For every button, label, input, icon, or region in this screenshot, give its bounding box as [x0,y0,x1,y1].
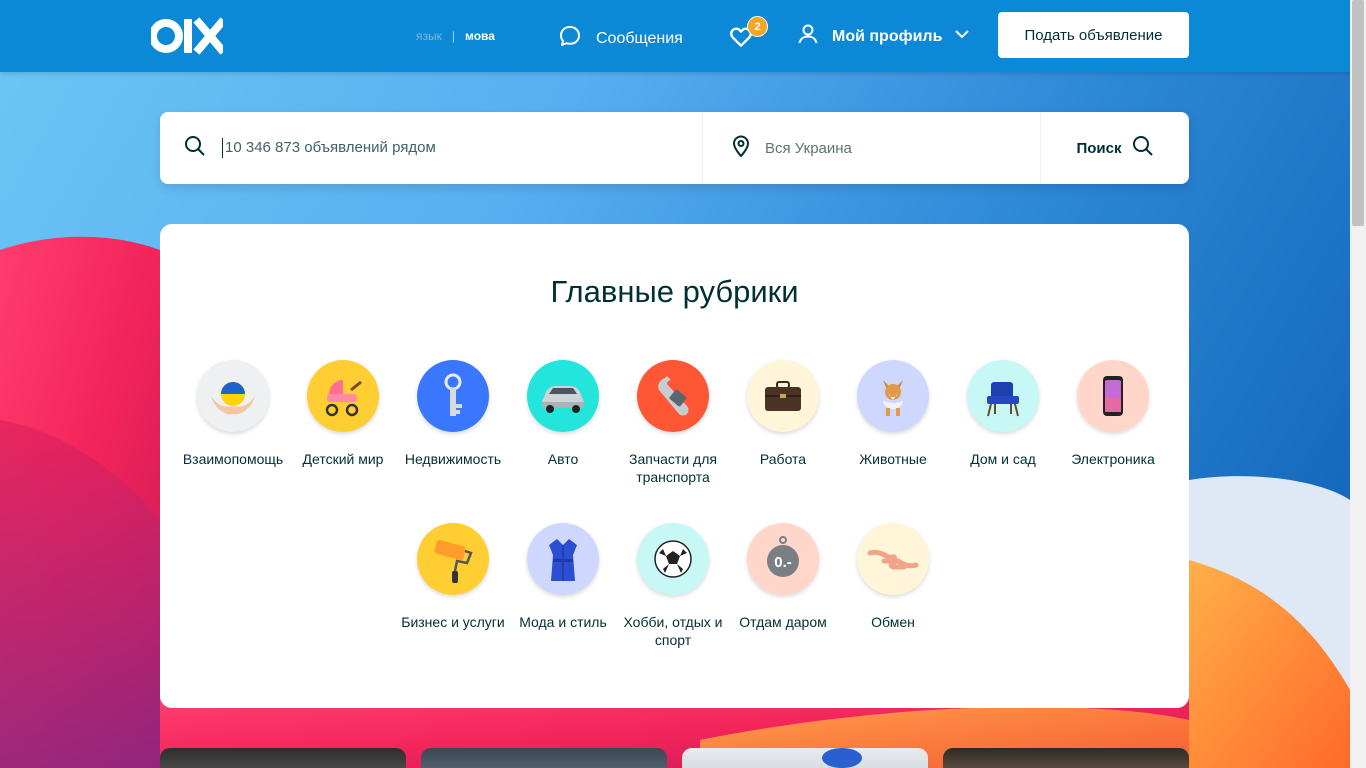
page-scrollbar[interactable] [1350,0,1366,768]
category-label: Недвижимость [404,451,502,467]
wrench-icon [637,360,709,432]
category-label: Дом и сад [970,451,1036,467]
category-label: Животные [859,451,927,467]
categories-title: Главные рубрики [550,274,799,309]
free-tag-icon: 0.- [747,523,819,595]
search-input[interactable]: 10 346 873 объявлений рядом [222,138,436,158]
top-header: язык | мова Сообщения 2 Мой профиль Пода… [0,0,1350,72]
search-icon [184,135,206,162]
ad-preview-image[interactable] [421,748,667,768]
lang-ru-link[interactable]: язык [416,29,442,43]
search-icon [1132,135,1154,161]
category-moda-i-stil[interactable]: Мода и стиль [508,523,618,631]
messages-link[interactable]: Сообщения [558,24,683,53]
search-bar: 10 346 873 объявлений рядом Вся Украина … [160,112,1189,184]
main-categories-card: Главные рубрики Взаимопомощь Детский мир… [160,224,1189,708]
ad-preview-image[interactable] [682,748,928,768]
key-icon [417,360,489,432]
category-dom-i-sad[interactable]: Дом и сад [948,360,1058,468]
ad-preview-image[interactable] [943,748,1189,768]
category-label: Хобби, отдых и спорт [623,614,723,648]
ad-preview-image[interactable] [160,748,406,768]
category-elektronika[interactable]: Электроника [1058,360,1168,468]
helping-hands-icon [197,360,269,432]
category-label: Работа [759,451,807,467]
search-button-label: Поиск [1076,139,1122,157]
smartphone-icon [1077,360,1149,432]
dog-icon [857,360,929,432]
category-label: Бизнес и услуги [401,614,505,630]
user-icon [796,22,820,51]
location-field[interactable]: Вся Украина [703,112,1041,184]
car-icon [527,360,599,432]
category-label: Электроника [1071,451,1155,467]
category-label: Отдам даром [739,614,827,630]
profile-label: Мой профиль [832,27,943,45]
armchair-icon [967,360,1039,432]
lang-ua-link[interactable]: мова [465,29,495,43]
category-label: Мода и стиль [519,614,607,630]
favorites-count-badge: 2 [747,16,768,37]
category-label: Обмен [871,614,915,630]
location-pin-icon [731,134,751,162]
category-zapchasti[interactable]: Запчасти для транспорта [618,360,728,486]
category-rabota[interactable]: Работа [728,360,838,468]
category-zhivotnye[interactable]: Животные [838,360,948,468]
chat-bubble-icon [558,24,582,53]
svg-text:0.-: 0.- [774,554,792,571]
location-input[interactable]: Вся Украина [765,140,852,157]
exchange-hands-icon [857,523,929,595]
my-profile-menu[interactable]: Мой профиль [796,22,970,51]
category-vzaimopomoshch[interactable]: Взаимопомощь [178,360,288,468]
category-label: Авто [547,451,579,467]
dress-icon [527,523,599,595]
preview-object [822,748,862,768]
category-biznes-i-uslugi[interactable]: Бизнес и услуги [398,523,508,631]
messages-label: Сообщения [596,29,683,47]
language-switcher: язык | мова [416,29,495,43]
category-hobbi[interactable]: Хобби, отдых и спорт [618,523,728,649]
category-detskiy-mir[interactable]: Детский мир [288,360,398,468]
search-query-field[interactable]: 10 346 873 объявлений рядом [160,112,703,184]
soccer-ball-icon [637,523,709,595]
category-obmen[interactable]: Обмен [838,523,948,631]
paint-roller-icon [417,523,489,595]
category-nedvizhimost[interactable]: Недвижимость [398,360,508,468]
stroller-icon [307,360,379,432]
olx-logo[interactable] [149,17,227,55]
chevron-down-icon [954,26,970,47]
lang-separator: | [451,29,455,43]
category-otdam-darom[interactable]: 0.- Отдам даром [728,523,838,631]
category-avto[interactable]: Авто [508,360,618,468]
post-ad-button[interactable]: Подать объявление [998,12,1189,58]
category-label: Детский мир [302,451,384,467]
category-label: Взаимопомощь [182,451,284,467]
scrollbar-thumb[interactable] [1352,0,1364,226]
search-button[interactable]: Поиск [1041,112,1189,184]
category-label: Запчасти для транспорта [629,451,717,485]
briefcase-icon [747,360,819,432]
